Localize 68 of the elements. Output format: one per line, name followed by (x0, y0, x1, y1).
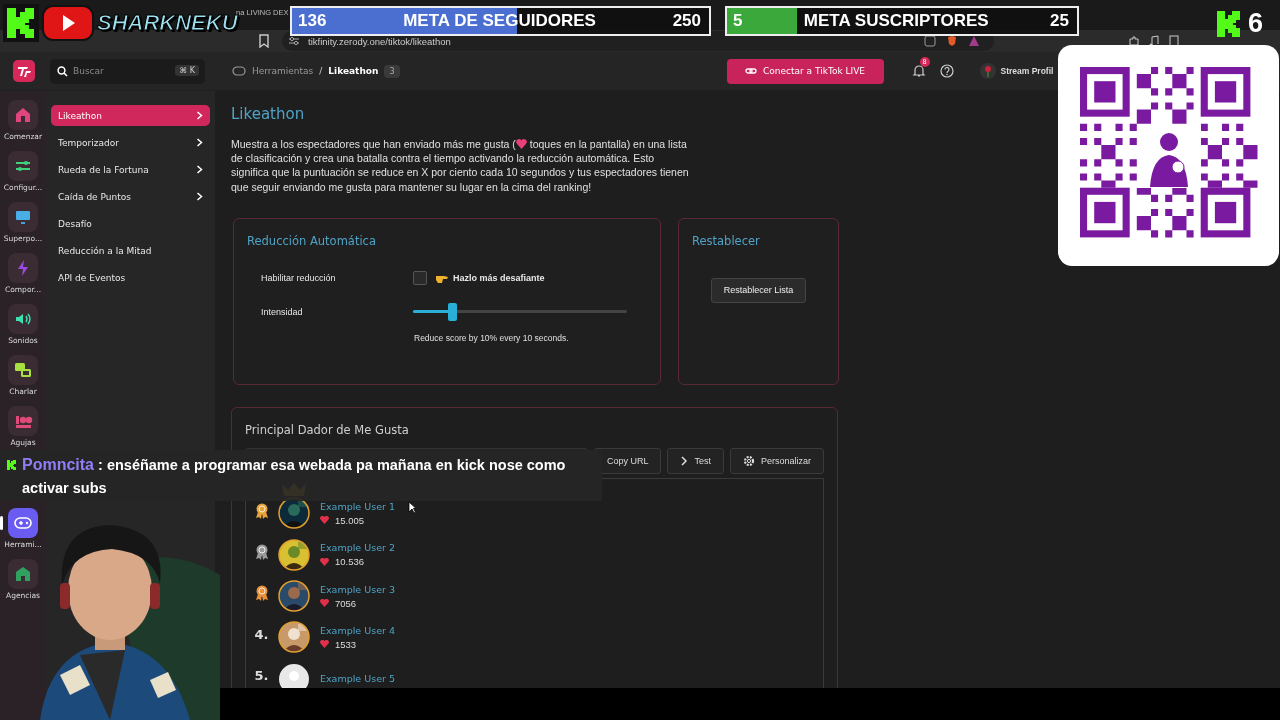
checkbox[interactable] (413, 270, 427, 285)
user-name: Example User 2 (320, 542, 395, 554)
toolbar-button[interactable]: Personalizar (729, 447, 824, 474)
kick-logo-icon (3, 4, 39, 42)
goal-current: 5 (733, 11, 743, 31)
goal-title: META SUSCRIPTORES (803, 11, 989, 31)
goal-target: 25 (1050, 11, 1069, 31)
viewer-count: 6 (1248, 8, 1264, 39)
bell-icon[interactable] (911, 64, 926, 78)
user-name: Example User 5 (320, 673, 395, 685)
breadcrumb-separator: / (319, 66, 323, 76)
app-logo-icon[interactable] (13, 60, 35, 82)
like-count: 1533 (335, 638, 357, 650)
rose-avatar-icon[interactable] (979, 63, 996, 79)
cursor-icon (408, 501, 417, 514)
submenu-item[interactable]: Rueda de la Fortuna (51, 159, 210, 180)
submenu-item[interactable]: Temporizador (51, 132, 210, 153)
page-title: Likeathon (231, 105, 306, 125)
card-title: Principal Dador de Me Gusta (245, 422, 409, 437)
heart-icon (320, 557, 329, 566)
breadcrumb-item: Likeathon (328, 66, 379, 76)
heart-icon (320, 640, 329, 649)
submenu-item[interactable]: Caída de Puntos (51, 186, 210, 207)
breadcrumb-item[interactable]: Herramientas (252, 66, 314, 76)
field-label: Intensidad (260, 306, 304, 317)
youtube-logo-icon (42, 3, 94, 43)
site-settings-icon[interactable] (288, 36, 300, 46)
search-icon (57, 65, 68, 77)
like-count: 7056 (335, 597, 357, 609)
heart-icon (515, 139, 527, 149)
shortcut-key: ⌘ K (175, 64, 199, 76)
reset-list-button[interactable]: Restablecer Lista (711, 277, 806, 303)
goal-current: 136 (298, 11, 327, 31)
like-count: 15.005 (335, 514, 365, 526)
card-title: Reducción Automática (247, 233, 376, 248)
chat-message: Pomncita : enséñame a programar esa webada pa mañana en kick nose como activar subs (22, 455, 567, 498)
connect-button[interactable]: Conectar a TikTok LIVE (726, 58, 884, 84)
profile-name[interactable]: Stream Profil (1000, 66, 1054, 76)
submenu-item[interactable]: API de Eventos (51, 267, 210, 288)
like-count: 10.536 (335, 556, 365, 568)
submenu-item[interactable]: Desafío (51, 213, 210, 234)
card-title: Restablecer (692, 233, 760, 248)
user-name: Example User 4 (320, 624, 395, 636)
field-label: Habilitar reducción (260, 272, 337, 283)
goal-target: 250 (672, 11, 701, 31)
slider-reading: Reduce score by 10% every 10 seconds. (414, 332, 569, 343)
kick-logo-icon (6, 459, 18, 471)
count-badge: 3 (384, 64, 400, 78)
chevron-right-icon (680, 455, 689, 466)
user-name: Example User 3 (320, 583, 395, 595)
intensity-slider[interactable] (413, 302, 627, 321)
user-name: Example User 1 (320, 500, 395, 512)
heart-icon (320, 516, 329, 525)
submenu-item[interactable]: Likeathon (51, 105, 210, 126)
submenu-item[interactable]: Reducción a la Mitad (51, 240, 210, 261)
toolbar-button[interactable]: Test (667, 447, 724, 474)
rank-number: 4. (254, 626, 269, 642)
help-icon[interactable] (939, 64, 954, 78)
settings-icon (742, 454, 755, 467)
hint-text: Hazlo más desafiante (453, 272, 545, 283)
description-text: Muestra a los espectadores que han enviado más me gusta ( toques en la pantalla) en una lista de clasificación y crea una batalla contra el tiempo activando la reducción automática. Esto significa que la puntuación se reduce en X por ciento cada 10 segundos y tus espectadores tienen que seguir enviando me gusta para mantener su lugar en la cima del ranking! (231, 137, 690, 194)
link-icon (745, 66, 757, 76)
heart-icon (320, 599, 329, 608)
address-text: tikfinity.zerody.one/tiktok/likeathon (308, 35, 451, 47)
bookmark-icon[interactable] (258, 34, 270, 48)
triangle-icon[interactable] (968, 35, 980, 47)
kick-logo-icon (1216, 9, 1242, 38)
rank-number: 5. (254, 668, 269, 683)
